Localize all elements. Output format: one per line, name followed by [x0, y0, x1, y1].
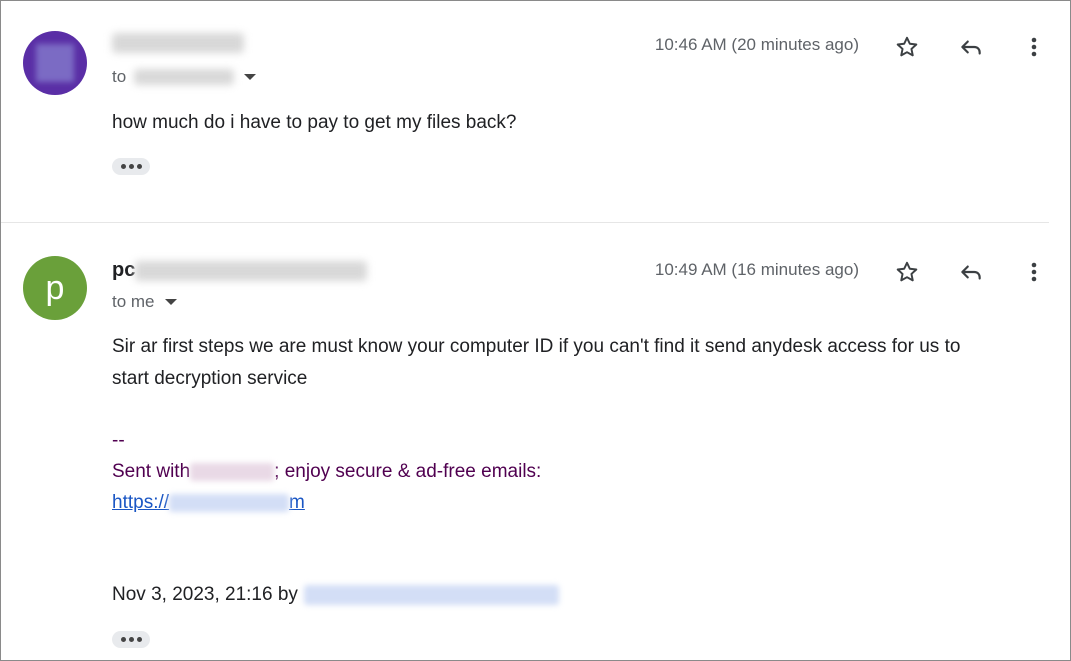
- message-2: p pc to me 10:49 AM (16 minutes ago) Sir…: [1, 224, 1052, 660]
- to-label: to: [112, 67, 127, 86]
- signature-line: Sent with ; enjoy secure & ad-free emails…: [112, 456, 541, 487]
- sender-name[interactable]: pc: [112, 259, 368, 282]
- message-body: Sir ar first steps we are must know your…: [112, 331, 960, 395]
- message-body-line-2: start decryption service: [112, 368, 308, 389]
- signature-sent-with: Sent with: [112, 461, 191, 482]
- sender-prefix: pc: [112, 259, 136, 281]
- redacted-service-name: [190, 462, 275, 481]
- avatar[interactable]: [23, 31, 87, 95]
- timestamp: 10:46 AM (20 minutes ago): [654, 35, 859, 54]
- reply-icon[interactable]: [953, 29, 989, 65]
- to-label: to me: [112, 292, 155, 311]
- message-body: how much do i have to pay to get my file…: [112, 112, 517, 133]
- show-trimmed-content-button[interactable]: [112, 631, 150, 648]
- star-icon[interactable]: [889, 254, 925, 290]
- redacted-sender: [112, 32, 244, 53]
- signature-rest: ; enjoy secure & ad-free emails:: [274, 461, 542, 482]
- link-suffix: m: [289, 492, 305, 513]
- recipient-line: to me: [112, 292, 177, 312]
- recipient-line: to: [112, 67, 257, 87]
- link-prefix: https://: [112, 492, 170, 513]
- redacted-recipient: [134, 69, 235, 85]
- signature-dashes: --: [112, 430, 125, 451]
- redacted-quoted-email: [303, 585, 559, 605]
- star-icon[interactable]: [889, 29, 925, 65]
- email-thread: to 10:46 AM (20 minutes ago) how much do…: [0, 0, 1071, 661]
- signature: -- Sent with ; enjoy secure & ad-free ema…: [112, 425, 541, 518]
- recipient-dropdown-icon[interactable]: [164, 299, 177, 305]
- quoted-date: Nov 3, 2023, 21:16 by: [112, 584, 298, 605]
- recipient-dropdown-icon[interactable]: [244, 74, 257, 80]
- more-vert-icon[interactable]: [1016, 254, 1052, 290]
- quoted-header: Nov 3, 2023, 21:16 by: [112, 584, 559, 606]
- timestamp: 10:49 AM (16 minutes ago): [654, 260, 859, 279]
- sender-name[interactable]: [112, 31, 244, 54]
- avatar-image: [36, 44, 74, 82]
- avatar[interactable]: p: [23, 256, 87, 320]
- signature-link-line: https:// m: [112, 487, 541, 518]
- redacted-link-domain: [169, 493, 290, 512]
- reply-icon[interactable]: [953, 254, 989, 290]
- avatar-letter: p: [45, 268, 65, 307]
- message-body-line-1: Sir ar first steps we are must know your…: [112, 336, 961, 357]
- more-vert-icon[interactable]: [1016, 29, 1052, 65]
- show-trimmed-content-button[interactable]: [112, 158, 150, 175]
- message-1: to 10:46 AM (20 minutes ago) how much do…: [1, 1, 1049, 223]
- redacted-sender-email: [135, 260, 368, 281]
- signature-link[interactable]: https:// m: [112, 492, 305, 513]
